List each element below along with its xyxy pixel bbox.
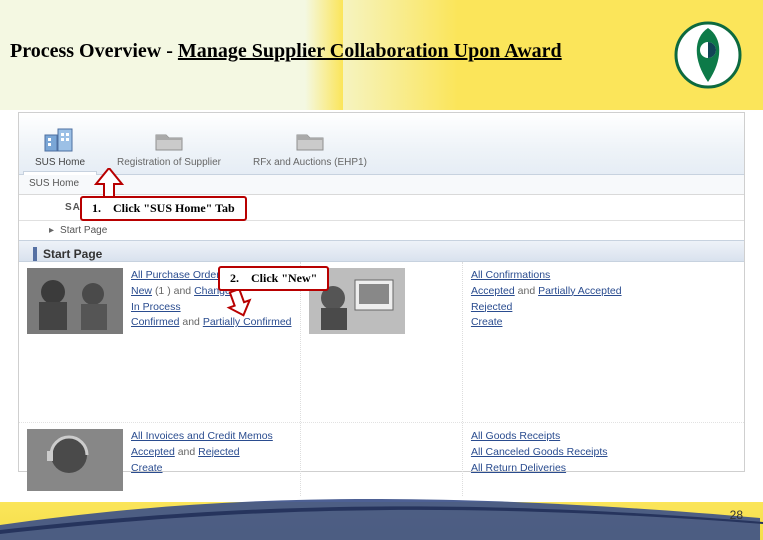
thumb-headset (27, 429, 123, 491)
tab-rfx[interactable]: RFx and Auctions (EHP1) (237, 121, 383, 174)
start-page-band: Start Page (19, 240, 744, 262)
callout-2-text: Click "New" (251, 271, 317, 286)
content-row-1: All Purchase Orders New (1 ) and Changed… (19, 262, 744, 422)
tab-sus-home[interactable]: SUS Home (19, 121, 101, 174)
link-confirmed[interactable]: Confirmed (131, 316, 179, 328)
title-prefix: Process Overview - (10, 40, 178, 62)
start-page-heading: Start Page (33, 247, 102, 261)
links-gr: All Goods Receipts All Canceled Goods Re… (471, 429, 608, 490)
title-underlined: Manage Supplier Collaboration Upon Award (178, 40, 562, 62)
app-panel: SUS Home Registration of Supplier RFx an… (18, 112, 745, 472)
cell-gr: All Goods Receipts All Canceled Goods Re… (463, 423, 744, 496)
breadcrumb-text: SUS Home (29, 178, 79, 189)
buildings-icon (43, 125, 77, 155)
folder-icon (152, 125, 186, 155)
callout-2: 2. Click "New" (218, 266, 329, 291)
link-accepted[interactable]: Accepted (471, 285, 515, 297)
text-and: and (174, 285, 192, 297)
count-new: (1 ) (155, 285, 171, 297)
triangle-icon: ▸ (49, 225, 54, 236)
tab-label: RFx and Auctions (EHP1) (253, 157, 367, 168)
petronas-logo (673, 20, 743, 90)
link-create[interactable]: Create (471, 316, 503, 328)
callout-2-num: 2. (230, 271, 239, 286)
tab-label: Registration of Supplier (117, 157, 221, 168)
callout-1: 1. Click "SUS Home" Tab (80, 196, 247, 221)
links-conf: All Confirmations Accepted and Partially… (471, 268, 622, 416)
text-and: and (518, 285, 536, 297)
tab-registration[interactable]: Registration of Supplier (101, 121, 237, 174)
link-partially-accepted[interactable]: Partially Accepted (538, 285, 621, 297)
link-rejected[interactable]: Rejected (471, 301, 512, 313)
link-inv-rejected[interactable]: Rejected (198, 446, 239, 458)
link-canceled-gr[interactable]: All Canceled Goods Receipts (471, 446, 608, 458)
page-title: Process Overview - Manage Supplier Colla… (10, 40, 562, 63)
tab-label: SUS Home (35, 157, 85, 168)
tab-bar: SUS Home Registration of Supplier RFx an… (19, 113, 744, 175)
link-all-inv[interactable]: All Invoices and Credit Memos (131, 430, 273, 442)
start-line-text: Start Page (60, 225, 107, 236)
cell-inv: All Invoices and Credit Memos Accepted a… (19, 423, 301, 496)
callout-1-text: Click "SUS Home" Tab (113, 201, 235, 216)
thumb-people (27, 268, 123, 334)
breadcrumb: SUS Home (19, 175, 744, 195)
folder-icon (293, 125, 327, 155)
link-new[interactable]: New (131, 285, 152, 297)
cell-mid2 (301, 423, 463, 496)
links-inv: All Invoices and Credit Memos Accepted a… (131, 429, 273, 490)
cell-conf: All Confirmations Accepted and Partially… (463, 262, 744, 422)
link-partially-confirmed[interactable]: Partially Confirmed (203, 316, 292, 328)
link-all-po[interactable]: All Purchase Orders (131, 269, 225, 281)
link-inv-accepted[interactable]: Accepted (131, 446, 175, 458)
text-and: and (178, 446, 196, 458)
link-inv-create[interactable]: Create (131, 462, 163, 474)
callout-1-num: 1. (92, 201, 101, 216)
link-all-gr[interactable]: All Goods Receipts (471, 430, 560, 442)
slide: Process Overview - Manage Supplier Colla… (0, 0, 763, 540)
content-row-2: All Invoices and Credit Memos Accepted a… (19, 422, 744, 496)
link-return-deliveries[interactable]: All Return Deliveries (471, 462, 566, 474)
text-and: and (182, 316, 200, 328)
link-all-conf[interactable]: All Confirmations (471, 269, 550, 281)
start-line: ▸ Start Page (19, 221, 744, 240)
callout-arrow-2 (224, 288, 254, 318)
link-in-process[interactable]: In Process (131, 301, 181, 313)
page-number: 28 (730, 508, 743, 522)
